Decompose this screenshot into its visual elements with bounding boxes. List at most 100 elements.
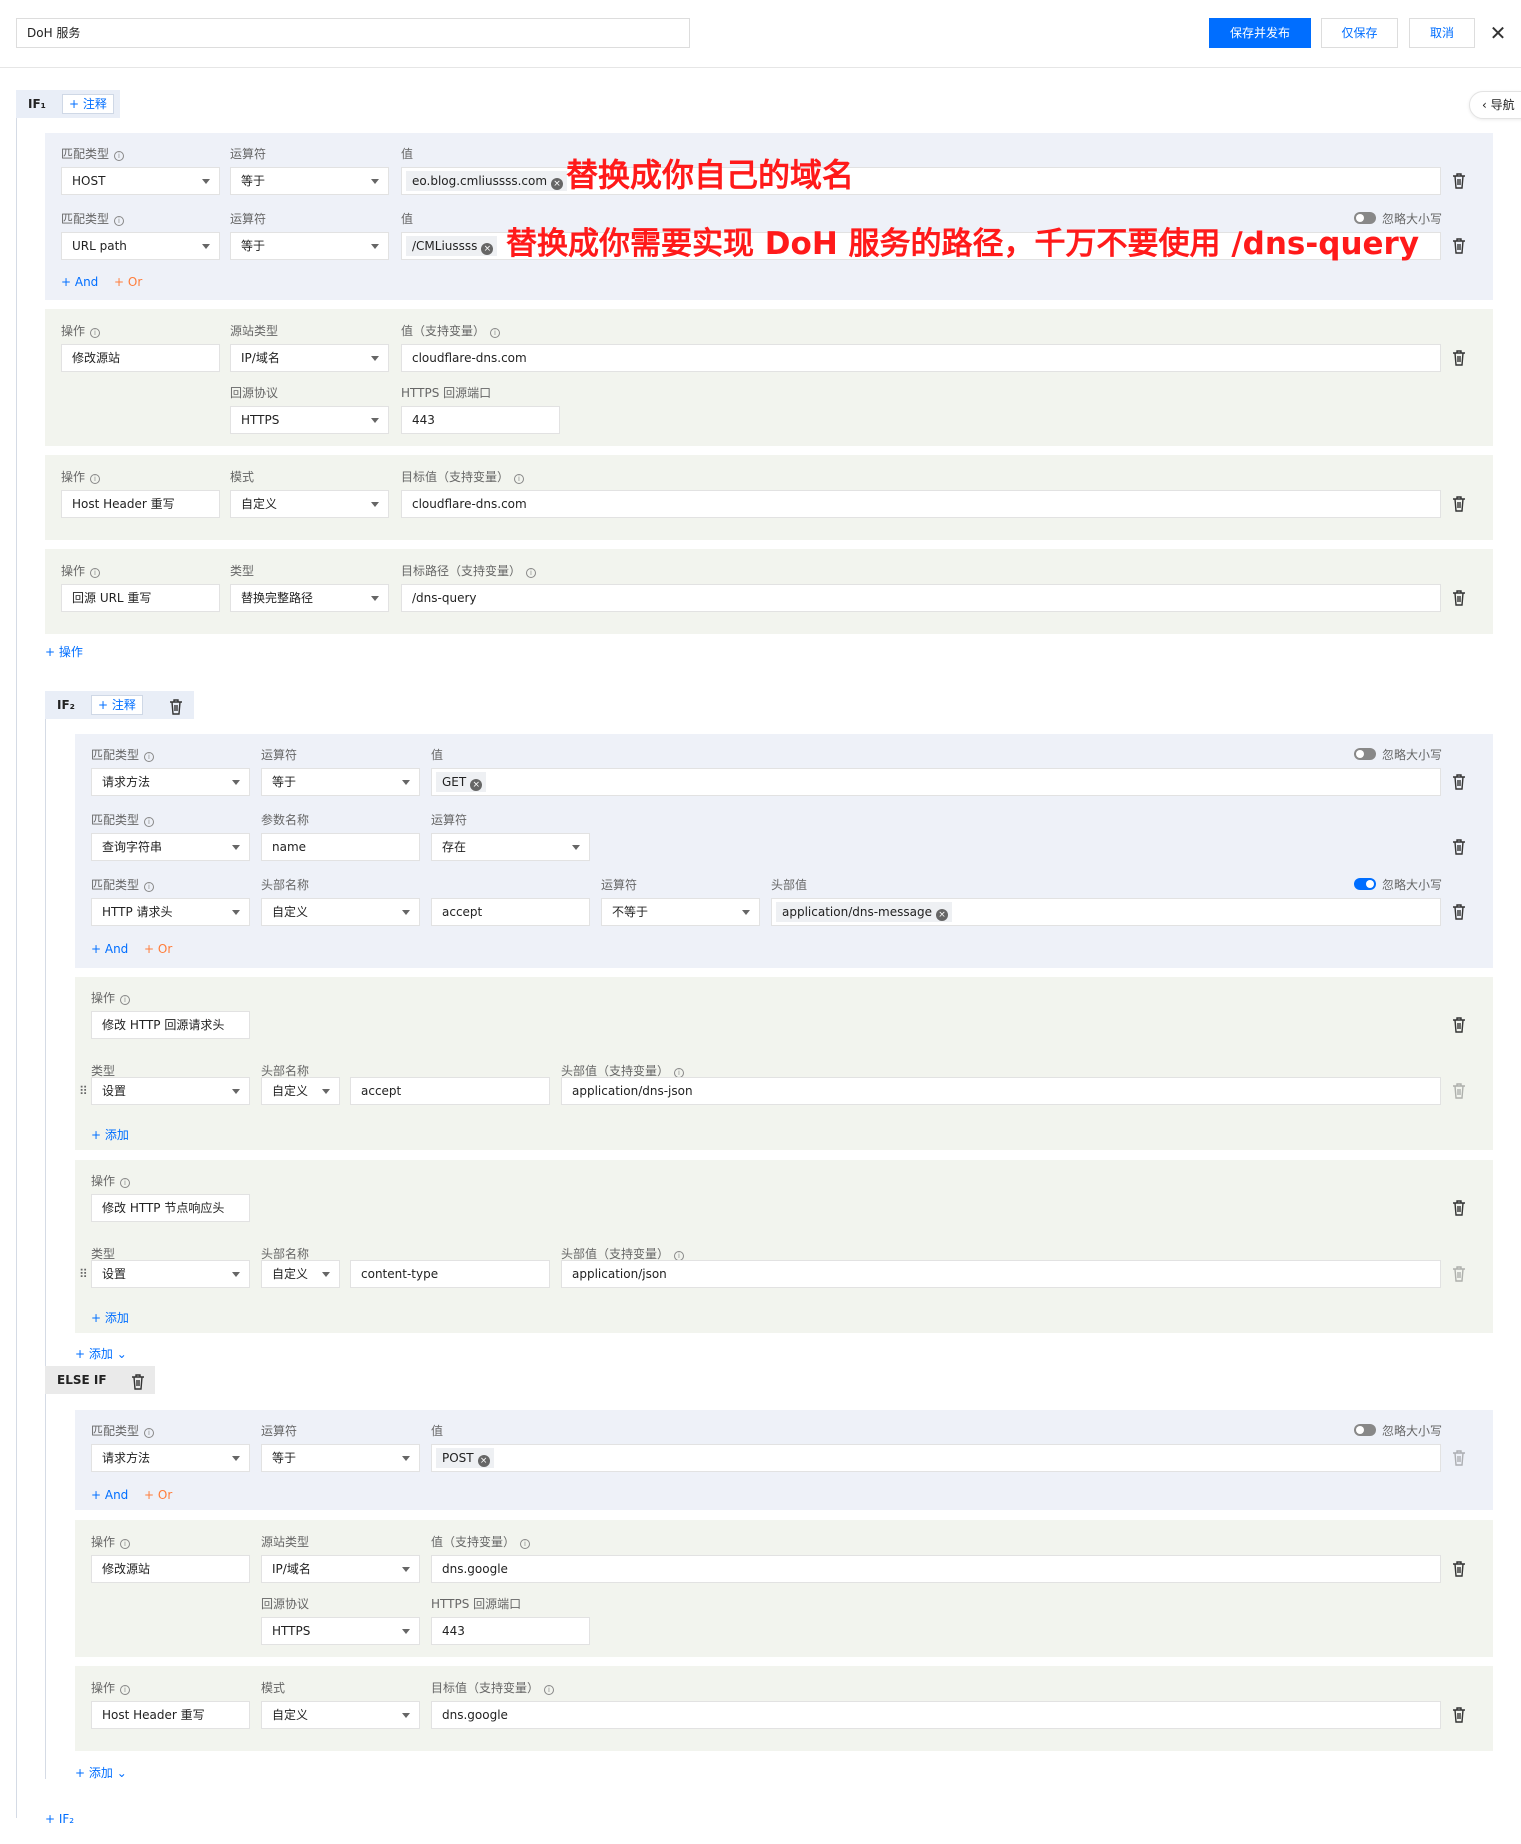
add-header-button[interactable]: + 添加 (91, 1309, 129, 1326)
header-mode-select[interactable]: 自定义 (261, 1260, 340, 1288)
trash-icon[interactable] (1452, 1561, 1466, 1577)
action-field[interactable]: 修改 HTTP 节点响应头 (91, 1194, 250, 1222)
save-publish-button[interactable]: 保存并发布 (1209, 18, 1311, 48)
ignore-case-toggle[interactable] (1354, 878, 1376, 890)
action-field[interactable]: 修改源站 (61, 344, 220, 372)
mode-select[interactable]: 自定义 (230, 490, 389, 518)
drag-handle-icon[interactable]: ⠿ (79, 1084, 88, 1098)
close-icon[interactable]: ✕ (1486, 18, 1510, 48)
add-and-button[interactable]: + And (91, 1488, 128, 1502)
match-type-select[interactable]: HTTP 请求头 (91, 898, 250, 926)
operator-select[interactable]: 存在 (431, 833, 590, 861)
match-type-select[interactable]: 查询字符串 (91, 833, 250, 861)
match-type-select[interactable]: 请求方法 (91, 1444, 250, 1472)
header-value-input[interactable]: application/dns-json (561, 1077, 1441, 1105)
label: 值 (431, 1424, 444, 1438)
add-or-button[interactable]: + Or (144, 1488, 172, 1502)
target-value-input[interactable]: dns.google (431, 1701, 1441, 1729)
origin-value-input[interactable]: cloudflare-dns.com (401, 344, 1441, 372)
target-path-input[interactable]: /dns-query (401, 584, 1441, 612)
trash-icon[interactable] (1452, 904, 1466, 920)
ignore-case-label: 忽略大小写 (1382, 878, 1443, 892)
remove-chip-icon[interactable]: × (481, 243, 494, 255)
action-field[interactable]: 修改 HTTP 回源请求头 (91, 1011, 250, 1039)
header-op-type-select[interactable]: 设置 (91, 1260, 250, 1288)
remove-chip-icon[interactable]: × (935, 909, 948, 921)
trash-icon[interactable] (1452, 238, 1466, 254)
remove-chip-icon[interactable]: × (551, 178, 564, 190)
value-input[interactable]: eo.blog.cmliussss.com × (401, 167, 1441, 195)
origin-type-select[interactable]: IP/域名 (261, 1555, 420, 1583)
trash-icon[interactable] (1452, 496, 1466, 512)
header-name-input[interactable]: accept (350, 1077, 550, 1105)
header-value-input[interactable]: application/dns-message × (771, 898, 1441, 926)
trash-icon[interactable] (1452, 839, 1466, 855)
ignore-case-toggle[interactable] (1354, 1424, 1376, 1436)
if1-add-note-button[interactable]: + 注释 (62, 94, 114, 114)
mode-select[interactable]: 自定义 (261, 1701, 420, 1729)
add-or-button[interactable]: + Or (144, 942, 172, 956)
add-header-button[interactable]: + 添加 (91, 1126, 129, 1143)
match-type-select[interactable]: HOST (61, 167, 220, 195)
operator-select[interactable]: 等于 (261, 1444, 420, 1472)
action-field[interactable]: Host Header 重写 (61, 490, 220, 518)
add-or-button[interactable]: + Or (114, 275, 142, 289)
operator-select[interactable]: 等于 (261, 768, 420, 796)
action-field[interactable]: Host Header 重写 (91, 1701, 250, 1729)
header-mode-select[interactable]: 自定义 (261, 1077, 340, 1105)
rewrite-type-select[interactable]: 替换完整路径 (230, 584, 389, 612)
add-dropdown-button[interactable]: + 添加 ⌄ (75, 1764, 127, 1781)
port-input[interactable]: 443 (431, 1617, 590, 1645)
port-input[interactable]: 443 (401, 406, 560, 434)
if2-add-note-button[interactable]: + 注释 (91, 695, 143, 715)
remove-chip-icon[interactable]: × (470, 779, 483, 791)
action-field[interactable]: 回源 URL 重写 (61, 584, 220, 612)
trash-icon[interactable] (1452, 1017, 1466, 1033)
trash-icon[interactable] (1452, 590, 1466, 606)
trash-icon[interactable] (169, 697, 183, 715)
save-only-button[interactable]: 仅保存 (1321, 18, 1398, 48)
protocol-select[interactable]: HTTPS (261, 1617, 420, 1645)
cancel-button[interactable]: 取消 (1409, 18, 1475, 48)
ignore-case-toggle[interactable] (1354, 748, 1376, 760)
param-name-input[interactable]: name (261, 833, 420, 861)
value-input[interactable]: GET × (431, 768, 1441, 796)
rule-name-input[interactable]: DoH 服务 (16, 18, 690, 48)
action-field[interactable]: 修改源站 (91, 1555, 250, 1583)
target-value-input[interactable]: cloudflare-dns.com (401, 490, 1441, 518)
remove-chip-icon[interactable]: × (477, 1455, 490, 1467)
trash-icon[interactable] (1452, 1083, 1466, 1099)
chevron-left-icon: ‹ (1482, 98, 1487, 112)
origin-type-select[interactable]: IP/域名 (230, 344, 389, 372)
header-name-input[interactable]: content-type (350, 1260, 550, 1288)
trash-icon[interactable] (1452, 774, 1466, 790)
trash-icon[interactable] (1452, 1266, 1466, 1282)
header-name-input[interactable]: accept (431, 898, 590, 926)
trash-icon[interactable] (1452, 1707, 1466, 1723)
trash-icon[interactable] (131, 1372, 145, 1390)
header-op-type-select[interactable]: 设置 (91, 1077, 250, 1105)
header-mode-select[interactable]: 自定义 (261, 898, 420, 926)
annotation-domain: 替换成你自己的域名 (566, 156, 855, 194)
header-value-input[interactable]: application/json (561, 1260, 1441, 1288)
match-type-select[interactable]: URL path (61, 232, 220, 260)
trash-icon[interactable] (1452, 1450, 1466, 1466)
drag-handle-icon[interactable]: ⠿ (79, 1267, 88, 1281)
protocol-select[interactable]: HTTPS (230, 406, 389, 434)
value-input[interactable]: POST × (431, 1444, 1441, 1472)
operator-select[interactable]: 不等于 (601, 898, 760, 926)
add-action-button[interactable]: + 操作 (45, 643, 83, 660)
add-and-button[interactable]: + And (61, 275, 98, 289)
match-type-select[interactable]: 请求方法 (91, 768, 250, 796)
trash-icon[interactable] (1452, 350, 1466, 366)
add-dropdown-button[interactable]: + 添加 ⌄ (75, 1345, 127, 1362)
trash-icon[interactable] (1452, 1200, 1466, 1216)
origin-value-input[interactable]: dns.google (431, 1555, 1441, 1583)
nav-button[interactable]: ‹ 导航 (1469, 91, 1521, 119)
add-and-button[interactable]: + And (91, 942, 128, 956)
label: 目标值（支持变量） i (401, 468, 525, 485)
add-if-button[interactable]: + IF₂ (45, 1812, 74, 1826)
operator-select[interactable]: 等于 (230, 232, 389, 260)
operator-select[interactable]: 等于 (230, 167, 389, 195)
trash-icon[interactable] (1452, 173, 1466, 189)
